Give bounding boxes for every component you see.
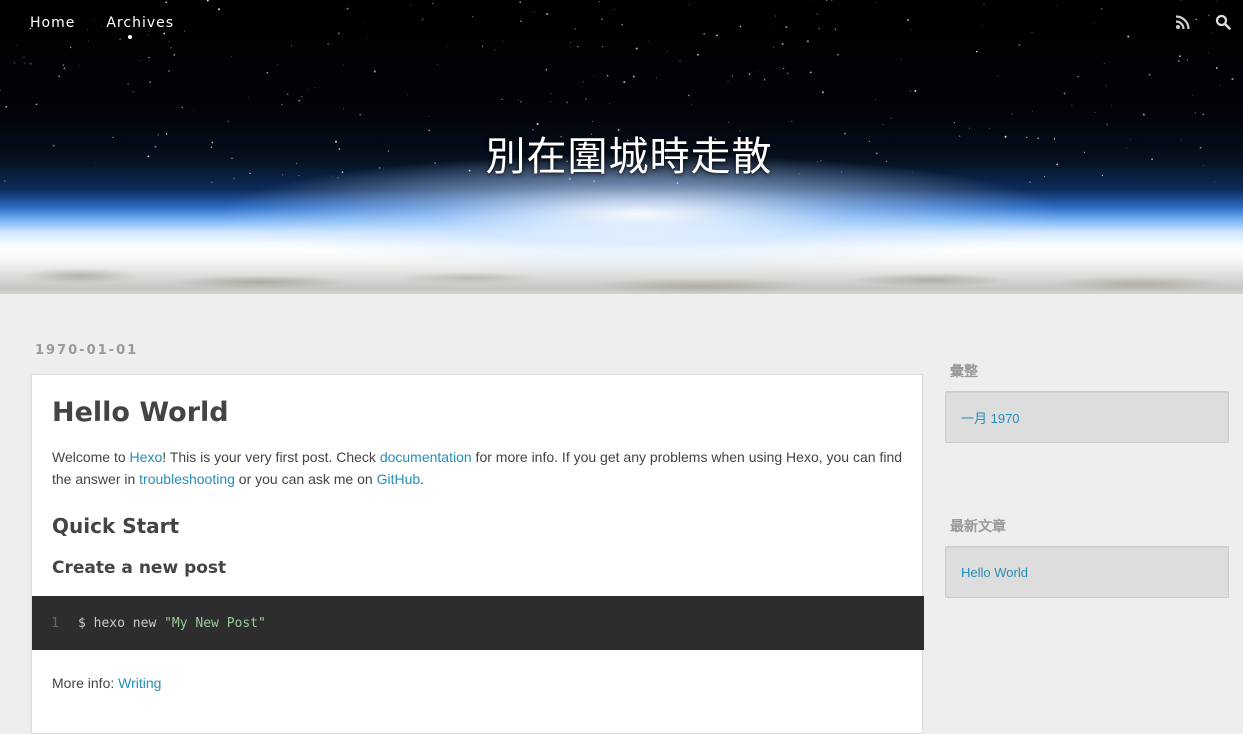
code-command: $ hexo new xyxy=(78,615,165,631)
site-title[interactable]: 別在圍城時走散 xyxy=(0,124,1243,182)
archive-widget: 一月 1970 xyxy=(945,391,1229,443)
main-content: 1970-01-01 Hello World Welcome to Hexo! … xyxy=(31,340,924,734)
article-title[interactable]: Hello World xyxy=(52,396,902,430)
code-string: "My New Post" xyxy=(164,615,266,631)
intro-text: . xyxy=(420,471,425,487)
earth-clouds-decoration xyxy=(0,258,1243,294)
hexo-link[interactable]: Hexo xyxy=(130,449,163,465)
recent-posts-widget-title: 最新文章 xyxy=(950,519,1006,535)
github-link[interactable]: GitHub xyxy=(377,471,421,487)
site-banner: Home Archives 別在圍城時走散 xyxy=(0,0,1243,294)
article-card: Hello World Welcome to Hexo! This is you… xyxy=(31,374,924,734)
sidebar: 彙整 一月 1970 最新文章 Hello World xyxy=(945,340,1229,598)
code-line-number: 1 xyxy=(51,615,59,631)
article-date[interactable]: 1970-01-01 xyxy=(35,340,923,362)
recent-posts-widget: Hello World xyxy=(945,546,1229,598)
archive-widget-title: 彙整 xyxy=(950,364,978,380)
rss-icon[interactable] xyxy=(1175,14,1191,30)
more-info-label: More info: xyxy=(52,675,119,691)
main-nav: Home Archives xyxy=(30,15,174,31)
quick-start-heading: Quick Start xyxy=(52,514,180,538)
troubleshooting-link[interactable]: troubleshooting xyxy=(139,471,235,487)
writing-link[interactable]: Writing xyxy=(118,675,161,691)
intro-paragraph: Welcome to Hexo! This is your very first… xyxy=(52,446,902,490)
intro-text: ! This is your very first post. Check xyxy=(162,449,380,465)
nav-icons xyxy=(1175,14,1231,30)
create-post-heading: Create a new post xyxy=(52,558,227,578)
archive-link-january-1970[interactable]: 一月 1970 xyxy=(961,408,1020,427)
intro-text: or you can ask me on xyxy=(234,471,377,487)
search-icon[interactable] xyxy=(1215,14,1231,30)
more-info-paragraph: More info: Writing xyxy=(52,672,902,694)
nav-home-link[interactable]: Home xyxy=(30,15,75,31)
code-block: 1 $ hexo new "My New Post" xyxy=(32,596,924,650)
documentation-link[interactable]: documentation xyxy=(380,449,472,465)
recent-post-link-hello-world[interactable]: Hello World xyxy=(961,565,1028,580)
nav-archives-link[interactable]: Archives xyxy=(106,15,174,31)
intro-text: Welcome to xyxy=(52,449,130,465)
